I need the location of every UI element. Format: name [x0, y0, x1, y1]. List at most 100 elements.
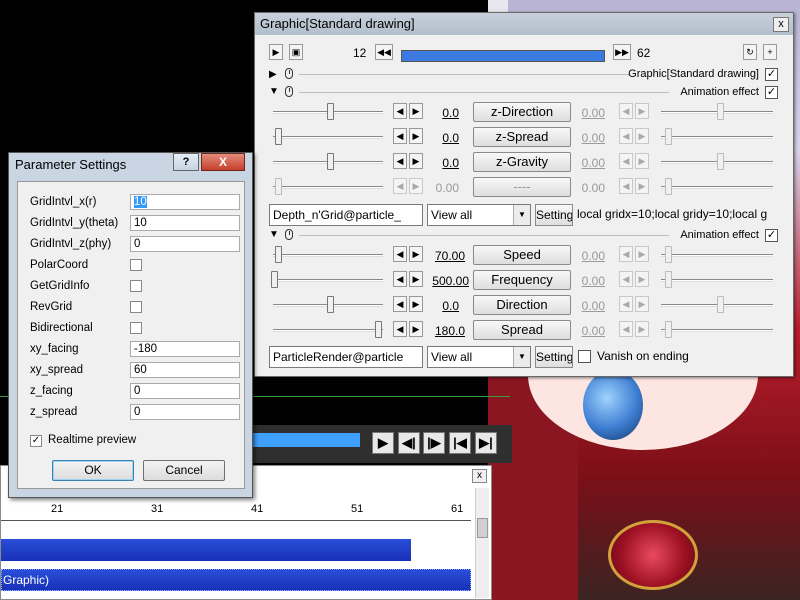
param-end-value[interactable]: 0.00	[555, 324, 605, 338]
camera-icon[interactable]: ▣	[289, 44, 303, 60]
decrement-icon[interactable]: ◀	[393, 271, 407, 287]
increment-icon[interactable]: ▶	[635, 153, 649, 169]
slider-track[interactable]	[273, 279, 383, 282]
prev-frame-icon[interactable]: ◀|	[398, 432, 420, 454]
timeline-clip-graphic[interactable]: Graphic)	[1, 569, 471, 591]
z-spread-input[interactable]: 0	[130, 404, 240, 420]
refresh-icon[interactable]: ↻	[743, 44, 757, 60]
play-icon[interactable]: ▶	[372, 432, 394, 454]
param-end-value[interactable]: 0.00	[555, 299, 605, 313]
timeline-close-icon[interactable]: x	[472, 469, 487, 483]
close-icon[interactable]: x	[773, 17, 789, 32]
timeline-ruler[interactable]: 21 31 41 51 61	[1, 501, 471, 521]
increment-icon[interactable]: ▶	[635, 246, 649, 262]
slider-track[interactable]	[273, 254, 383, 257]
slider-thumb[interactable]	[375, 321, 382, 338]
frame-range-bar[interactable]	[401, 50, 605, 62]
slider-track[interactable]	[661, 329, 773, 332]
decrement-icon[interactable]: ◀	[619, 103, 633, 119]
increment-icon[interactable]: ▶	[635, 178, 649, 194]
xy-spread-input[interactable]: 60	[130, 362, 240, 378]
param-start-value[interactable]: 0.0	[409, 156, 459, 170]
increment-icon[interactable]: ▶	[635, 271, 649, 287]
param-end-value[interactable]: 0.00	[555, 249, 605, 263]
decrement-icon[interactable]: ◀	[619, 296, 633, 312]
decrement-icon[interactable]: ◀	[393, 153, 407, 169]
slider-thumb[interactable]	[665, 321, 672, 338]
xy-facing-input[interactable]: -180	[130, 341, 240, 357]
playback-progress[interactable]	[252, 433, 360, 447]
slider-track[interactable]	[661, 279, 773, 282]
slider-track[interactable]	[661, 136, 773, 139]
collapse-icon[interactable]: ▼	[269, 86, 279, 97]
slider-track[interactable]	[273, 136, 383, 139]
decrement-icon[interactable]: ◀	[393, 321, 407, 337]
rewind-icon[interactable]: ◀◀	[375, 44, 393, 60]
slider-track[interactable]	[273, 186, 383, 189]
get-grid-info-checkbox[interactable]	[130, 280, 142, 292]
rev-grid-checkbox[interactable]	[130, 301, 142, 313]
decrement-icon[interactable]: ◀	[619, 178, 633, 194]
decrement-icon[interactable]: ◀	[619, 153, 633, 169]
slider-thumb[interactable]	[665, 271, 672, 288]
view-select[interactable]: View all ▼	[427, 346, 531, 368]
cancel-button[interactable]: Cancel	[143, 460, 225, 481]
slider-thumb[interactable]	[327, 103, 334, 120]
param-start-value[interactable]: 180.0	[415, 324, 465, 338]
param-end-value[interactable]: 0.00	[555, 131, 605, 145]
realtime-preview-checkbox[interactable]: ✓	[30, 435, 42, 447]
effect-enabled-checkbox[interactable]: ✓	[765, 229, 778, 242]
last-frame-icon[interactable]: ▶|	[475, 432, 497, 454]
slider-thumb[interactable]	[717, 296, 724, 313]
decrement-icon[interactable]: ◀	[393, 128, 407, 144]
param-start-value[interactable]: 70.00	[415, 249, 465, 263]
grid-interval-y-input[interactable]: 10	[130, 215, 240, 231]
first-frame-icon[interactable]: |◀	[449, 432, 471, 454]
slider-thumb[interactable]	[271, 271, 278, 288]
vanish-checkbox[interactable]	[578, 350, 591, 363]
increment-icon[interactable]: ▶	[635, 128, 649, 144]
grid-interval-z-input[interactable]: 0	[130, 236, 240, 252]
setting-button[interactable]: Setting	[535, 204, 573, 226]
help-icon[interactable]: ?	[173, 153, 199, 171]
expand-icon[interactable]: ▶	[269, 69, 277, 80]
scrollbar-thumb[interactable]	[477, 518, 488, 538]
param-end-value[interactable]: 0.00	[555, 156, 605, 170]
increment-icon[interactable]: ▶	[635, 103, 649, 119]
slider-thumb[interactable]	[665, 178, 672, 195]
increment-icon[interactable]: ▶	[635, 296, 649, 312]
decrement-icon[interactable]: ◀	[619, 128, 633, 144]
param-start-value[interactable]: 0.0	[409, 131, 459, 145]
param-start-value[interactable]: 500.00	[419, 274, 469, 288]
setting-button[interactable]: Setting	[535, 346, 573, 368]
slider-track[interactable]	[273, 329, 383, 332]
render-icon[interactable]: ▶	[269, 44, 283, 60]
object-enabled-checkbox[interactable]: ✓	[765, 68, 778, 81]
next-frame-icon[interactable]: |▶	[423, 432, 445, 454]
view-select[interactable]: View all ▼	[427, 204, 531, 226]
script-select[interactable]: Depth_n'Grid@particle_	[269, 204, 423, 226]
timeline-clip[interactable]	[1, 539, 411, 561]
slider-thumb[interactable]	[327, 153, 334, 170]
add-icon[interactable]: +	[763, 44, 777, 60]
collapse-icon[interactable]: ▼	[269, 229, 279, 240]
param-end-value[interactable]: 0.00	[555, 106, 605, 120]
fast-forward-icon[interactable]: ▶▶	[613, 44, 631, 60]
param-end-value[interactable]: 0.00	[555, 181, 605, 195]
decrement-icon[interactable]: ◀	[619, 321, 633, 337]
bidirectional-checkbox[interactable]	[130, 322, 142, 334]
decrement-icon[interactable]: ◀	[393, 103, 407, 119]
script-select[interactable]: ParticleRender@particle	[269, 346, 423, 368]
close-icon[interactable]: X	[201, 153, 245, 171]
slider-thumb[interactable]	[327, 296, 334, 313]
polar-coord-checkbox[interactable]	[130, 259, 142, 271]
decrement-icon[interactable]: ◀	[393, 296, 407, 312]
increment-icon[interactable]: ▶	[635, 321, 649, 337]
param-start-value[interactable]: 0.00	[409, 181, 459, 195]
decrement-icon[interactable]: ◀	[619, 246, 633, 262]
slider-track[interactable]	[661, 254, 773, 257]
param-start-value[interactable]: 0.0	[409, 299, 459, 313]
slider-thumb[interactable]	[665, 128, 672, 145]
effect-enabled-checkbox[interactable]: ✓	[765, 86, 778, 99]
decrement-icon[interactable]: ◀	[393, 246, 407, 262]
